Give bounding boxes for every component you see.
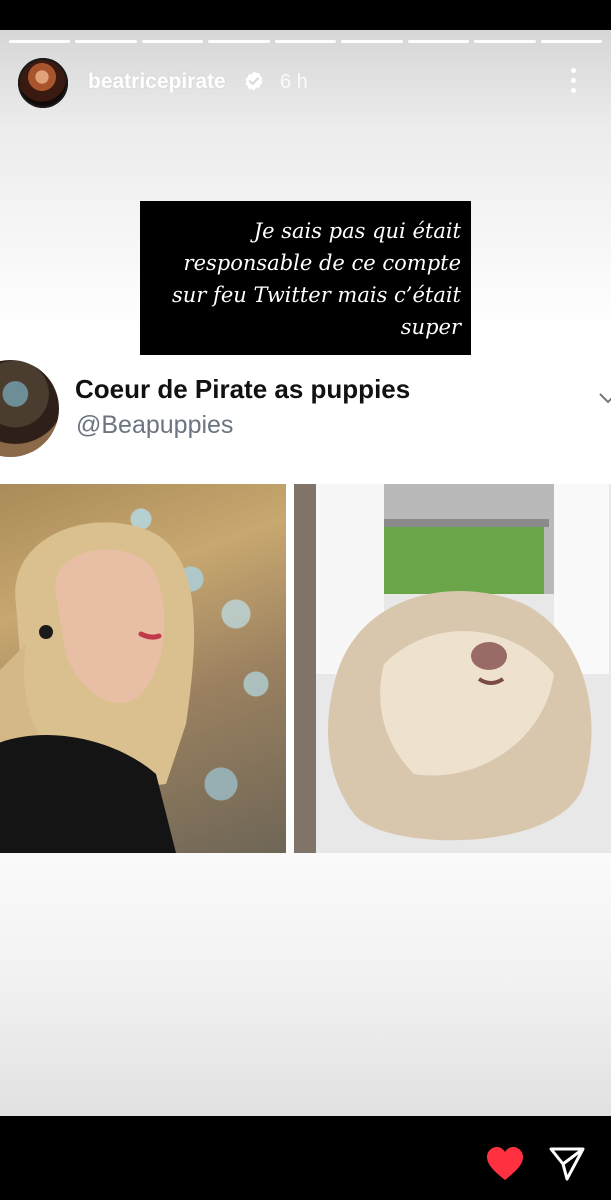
progress-segment [9,40,71,43]
heart-icon[interactable] [485,1146,525,1182]
tweet-avatar [0,360,59,457]
tweet-author-handle: @Beapuppies [76,411,234,439]
caption-line: super [400,315,461,339]
progress-segment [274,40,337,43]
story-header: beatricepirate 6 h [18,58,598,108]
progress-segment [208,40,270,43]
verified-badge-icon [245,71,263,91]
status-bar [0,0,611,30]
caption-line: Je sais pas qui était [253,219,461,243]
user-avatar[interactable] [18,58,68,108]
send-icon[interactable] [548,1146,586,1182]
tweet-author-name: Coeur de Pirate as puppies [75,374,411,404]
woman-portrait-illustration [0,522,195,853]
tweet-image-woman [0,484,286,853]
story-progress [9,40,602,43]
progress-segment [341,40,403,43]
story-viewer[interactable]: beatricepirate 6 h Je sais pas qui était… [0,30,611,1116]
story-caption: Je sais pas qui était responsable de ce … [140,201,471,355]
username[interactable]: beatricepirate [88,70,226,94]
tweet-image-dog [294,484,611,853]
caption-line: sur feu Twitter mais c’était [172,283,461,307]
story-footer [0,1116,611,1200]
progress-segment [474,40,536,43]
post-time: 6 h [280,71,308,93]
progress-segment [75,40,137,43]
chevron-down-icon [599,393,611,404]
progress-segment [141,40,204,43]
progress-segment [540,40,602,43]
more-vertical-icon[interactable] [566,68,580,98]
progress-segment [407,40,470,43]
caption-line: responsable de ce compte [183,251,461,275]
dog-portrait-illustration [294,484,611,853]
